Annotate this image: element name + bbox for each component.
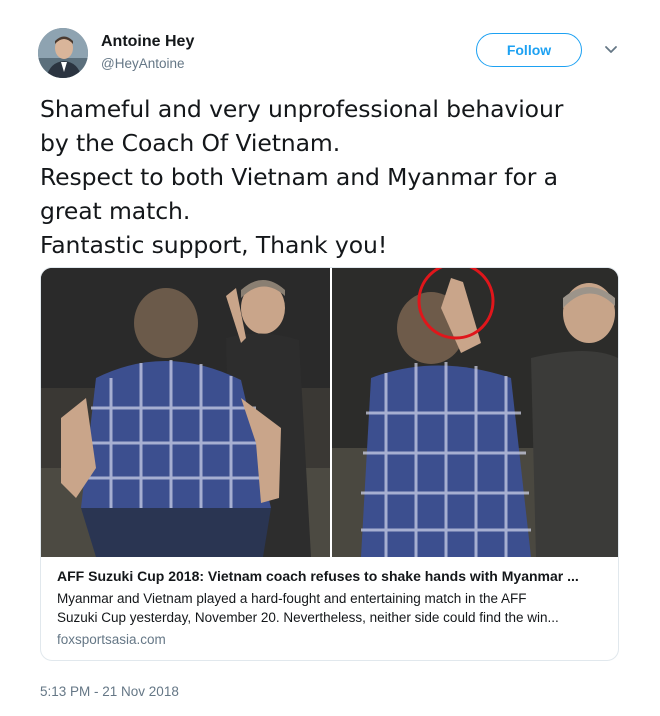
link-card[interactable]: AFF Suzuki Cup 2018: Vietnam coach refus…	[40, 267, 619, 661]
card-description-line: Suzuki Cup yesterday, November 20. Never…	[57, 610, 559, 625]
tweet-line: Respect to both Vietnam and Myanmar for …	[40, 163, 558, 191]
card-title[interactable]: AFF Suzuki Cup 2018: Vietnam coach refus…	[57, 568, 607, 584]
card-body[interactable]: AFF Suzuki Cup 2018: Vietnam coach refus…	[57, 568, 607, 647]
chevron-down-icon[interactable]	[602, 40, 620, 58]
tweet-line: by the Coach Of Vietnam.	[40, 129, 341, 157]
card-description-line: Myanmar and Vietnam played a hard-fought…	[57, 591, 527, 606]
card-domain[interactable]: foxsportsasia.com	[57, 632, 607, 647]
avatar[interactable]	[38, 28, 88, 78]
card-description: Myanmar and Vietnam played a hard-fought…	[57, 589, 607, 627]
card-image[interactable]	[41, 268, 618, 557]
tweet-line: Fantastic support, Thank you!	[40, 231, 388, 259]
tweet-header: Antoine Hey @HeyAntoine Follow	[38, 28, 638, 80]
tweet-timestamp[interactable]: 5:13 PM - 21 Nov 2018	[40, 684, 179, 699]
tweet-line: Shameful and very unprofessional behavio…	[40, 95, 564, 123]
tweet-text: Shameful and very unprofessional behavio…	[40, 92, 630, 262]
author-handle[interactable]: @HeyAntoine	[101, 56, 185, 71]
follow-button[interactable]: Follow	[476, 33, 582, 67]
tweet-line: great match.	[40, 197, 191, 225]
author-name[interactable]: Antoine Hey	[101, 33, 194, 51]
